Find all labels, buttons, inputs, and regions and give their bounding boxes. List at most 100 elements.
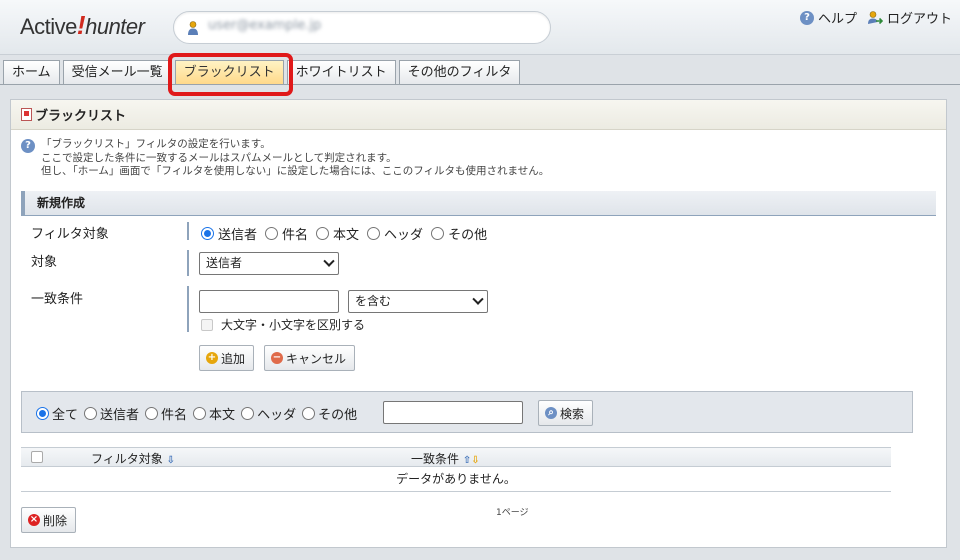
row-separator	[187, 222, 189, 240]
panel-header: ブラックリスト	[11, 100, 946, 130]
user-name: user@example.jp	[208, 18, 322, 33]
col-filter-target[interactable]: フィルタ対象 ⇩	[91, 450, 175, 467]
case-sensitive-label: 大文字・小文字を区別する	[221, 318, 366, 332]
delete-icon: ×	[28, 514, 40, 526]
pager: 1ページ	[496, 508, 529, 518]
radio-subject[interactable]: 件名	[265, 224, 308, 243]
logo-text-right: hunter	[85, 14, 145, 39]
logo-text-left: Active	[20, 14, 77, 39]
row-separator	[187, 250, 189, 276]
search-button[interactable]: ⌕ 検索	[538, 400, 594, 426]
tab-highlight-annotation	[168, 53, 293, 96]
chevron-down-icon	[323, 255, 335, 267]
radio-label: その他	[448, 228, 488, 243]
search-icon: ⌕	[545, 407, 557, 419]
col-match-condition[interactable]: 一致条件 ⇧⇩	[411, 450, 480, 467]
logout-icon	[867, 10, 883, 24]
row-separator	[187, 286, 189, 332]
radio-label: ヘッダ	[384, 228, 424, 243]
user-icon	[188, 21, 198, 35]
info-text: ? 「ブラックリスト」フィルタの設定を行います。 ここで設定した条件に一致するメ…	[21, 138, 549, 179]
target-select[interactable]: 送信者	[199, 252, 339, 275]
logout-link[interactable]: ログアウト	[867, 8, 952, 27]
tab-whitelist[interactable]: ホワイトリスト	[286, 60, 396, 84]
filter-table: フィルタ対象 ⇩ 一致条件 ⇧⇩ データがありません。	[21, 447, 891, 492]
plus-icon: +	[206, 352, 218, 364]
delete-button[interactable]: × 削除	[21, 507, 77, 533]
radio-indicator	[431, 227, 445, 240]
radio-label: 全て	[52, 408, 79, 423]
radio-indicator	[193, 407, 207, 420]
radio-body[interactable]: 本文	[316, 224, 359, 243]
col-match-condition-label: 一致条件	[411, 452, 460, 466]
info-icon: ?	[21, 139, 35, 153]
search-radio-all[interactable]: 全て	[36, 404, 78, 423]
sort-up-icon[interactable]: ⇧	[463, 455, 471, 466]
match-label: 一致条件	[31, 292, 84, 307]
blacklist-icon	[21, 108, 32, 121]
radio-sender[interactable]: 送信者	[201, 224, 257, 243]
panel-title: ブラックリスト	[35, 109, 127, 124]
section-new-entry: 新規作成	[21, 191, 936, 216]
radio-label: ヘッダ	[257, 408, 297, 423]
tab-home[interactable]: ホーム	[3, 60, 60, 84]
sort-down-icon[interactable]: ⇩	[471, 455, 479, 466]
match-input[interactable]	[199, 290, 339, 313]
blacklist-panel: ブラックリスト ? 「ブラックリスト」フィルタの設定を行います。 ここで設定した…	[10, 99, 947, 548]
search-radio-header[interactable]: ヘッダ	[241, 404, 296, 423]
minus-icon: −	[271, 352, 283, 364]
info-line-2: ここで設定した条件に一致するメールはスパムメールとして判定されます。	[41, 151, 397, 164]
radio-indicator	[145, 407, 159, 420]
search-filter-bar: 全て 送信者 件名 本文 ヘッダ その他 ⌕ 検索	[21, 391, 913, 433]
logout-label: ログアウト	[886, 12, 952, 27]
add-button-label: 追加	[221, 351, 246, 366]
radio-header[interactable]: ヘッダ	[367, 224, 423, 243]
search-radio-sender[interactable]: 送信者	[84, 404, 139, 423]
tab-received-mail[interactable]: 受信メール一覧	[62, 60, 172, 84]
cancel-button-label: キャンセル	[286, 351, 347, 366]
match-mode-select[interactable]: を含む	[348, 290, 488, 313]
radio-label: 本文	[209, 408, 236, 423]
radio-indicator	[201, 227, 214, 240]
radio-other[interactable]: その他	[431, 224, 487, 243]
radio-indicator	[367, 227, 381, 240]
help-icon: ?	[799, 10, 814, 25]
radio-indicator	[265, 227, 279, 240]
tab-other-filters[interactable]: その他のフィルタ	[398, 60, 521, 84]
case-sensitive-option[interactable]: 大文字・小文字を区別する	[201, 316, 365, 333]
radio-indicator	[316, 227, 330, 240]
target-label: 対象	[31, 255, 58, 270]
add-button[interactable]: + 追加	[199, 345, 255, 371]
top-bar: Active!hunter user@example.jp ? ヘルプ ログアウ…	[0, 0, 960, 55]
delete-button-label: 削除	[43, 513, 68, 528]
radio-label: その他	[318, 408, 358, 423]
app-logo[interactable]: Active!hunter	[20, 10, 145, 41]
radio-label: 送信者	[218, 228, 258, 243]
info-line-3: 但し、「ホーム」画面で「フィルタを使用しない」に設定した場合には、ここのフィルタ…	[41, 165, 550, 177]
radio-label: 本文	[333, 228, 360, 243]
radio-label: 件名	[161, 408, 188, 423]
logo-bang: !	[76, 10, 86, 40]
empty-row: データがありません。	[21, 467, 891, 492]
help-label: ヘルプ	[817, 12, 857, 27]
search-input[interactable]	[383, 401, 523, 424]
col-filter-target-label: フィルタ対象	[91, 452, 163, 466]
match-mode-value: を含む	[355, 294, 392, 308]
radio-indicator	[36, 407, 49, 420]
radio-label: 件名	[282, 228, 309, 243]
search-radio-body[interactable]: 本文	[193, 404, 235, 423]
table-header: フィルタ対象 ⇩ 一致条件 ⇧⇩	[21, 447, 891, 467]
search-target-radios: 全て 送信者 件名 本文 ヘッダ その他	[36, 404, 363, 423]
tab-baseline	[0, 84, 960, 85]
search-radio-other[interactable]: その他	[302, 404, 357, 423]
radio-indicator	[302, 407, 316, 420]
select-all-checkbox[interactable]	[31, 451, 43, 463]
radio-indicator	[241, 407, 255, 420]
sort-down-icon[interactable]: ⇩	[167, 455, 175, 466]
cancel-button[interactable]: − キャンセル	[264, 345, 356, 371]
filter-target-radios: 送信者 件名 本文 ヘッダ その他	[201, 224, 495, 243]
search-radio-subject[interactable]: 件名	[145, 404, 187, 423]
radio-label: 送信者	[100, 408, 140, 423]
help-link[interactable]: ? ヘルプ	[799, 8, 857, 27]
case-sensitive-checkbox[interactable]	[201, 318, 213, 331]
